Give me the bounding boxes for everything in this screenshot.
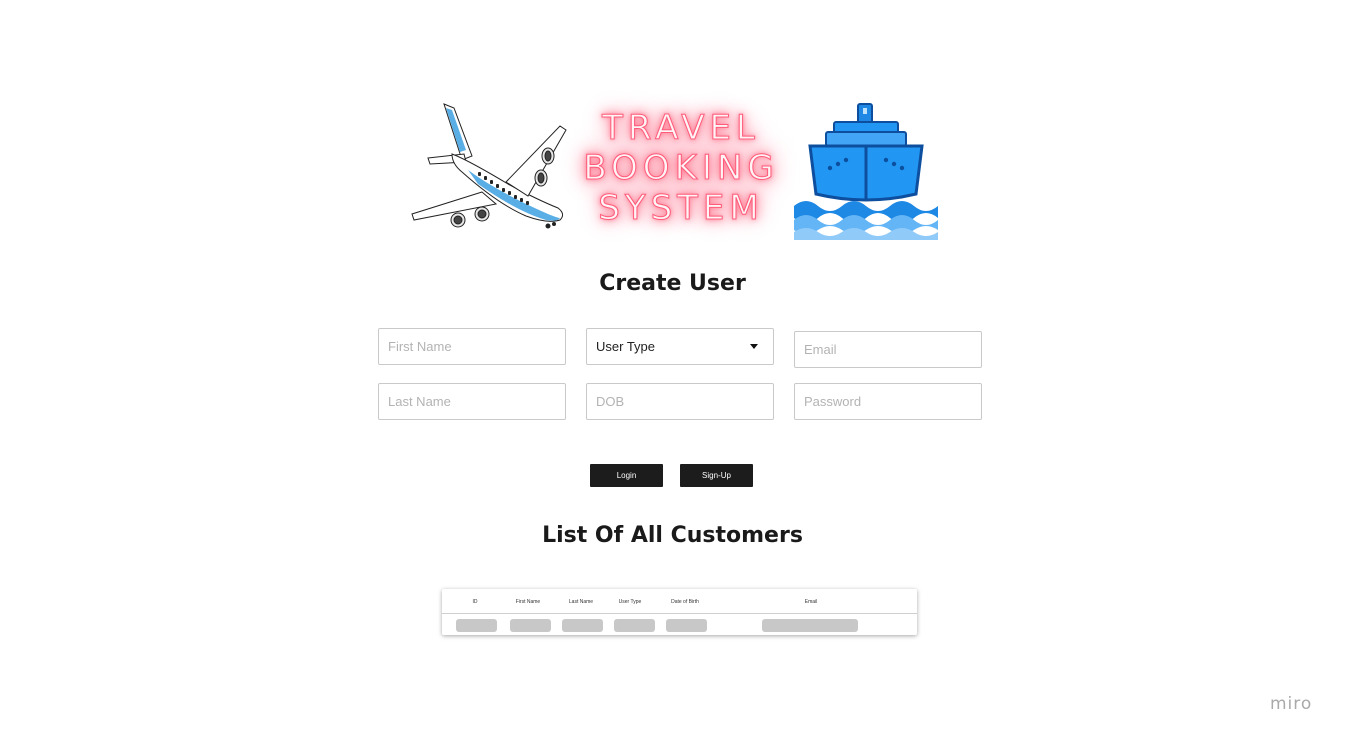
brand-logo: miro — [1270, 694, 1313, 714]
title-line-booking: BOOKING — [583, 148, 779, 189]
signup-button[interactable]: Sign-Up — [680, 464, 753, 487]
app-title-neon: TRAVEL BOOKING SYSTEM — [574, 108, 788, 229]
user-type-value: User Type — [596, 339, 656, 354]
title-line-system: SYSTEM — [598, 188, 764, 229]
dob-input[interactable] — [586, 383, 774, 420]
column-header-user-type: User Type — [618, 599, 642, 605]
table-divider — [442, 613, 917, 614]
chevron-down-icon — [750, 344, 758, 349]
column-header-email: Email — [804, 599, 818, 605]
table-cell-placeholder — [510, 619, 551, 632]
customers-table: ID First Name Last Name User Type Date o… — [442, 589, 917, 635]
customers-list-title: List Of All Customers — [542, 523, 803, 548]
column-header-last-name: Last Name — [568, 599, 594, 605]
table-cell-placeholder — [762, 619, 858, 632]
first-name-input[interactable] — [378, 328, 566, 365]
column-header-first-name: First Name — [515, 599, 541, 605]
create-user-title: Create User — [599, 271, 746, 296]
page: TRAVEL BOOKING SYSTEM Create User User T… — [0, 0, 1345, 743]
user-type-select[interactable]: User Type — [586, 328, 774, 365]
last-name-input[interactable] — [378, 383, 566, 420]
title-line-travel: TRAVEL — [602, 108, 760, 149]
column-header-id: ID — [472, 599, 478, 605]
table-cell-placeholder — [666, 619, 707, 632]
column-header-dob: Date of Birth — [671, 599, 699, 605]
login-button[interactable]: Login — [590, 464, 663, 487]
password-input[interactable] — [794, 383, 982, 420]
ship-icon — [794, 103, 938, 240]
table-cell-placeholder — [614, 619, 655, 632]
table-cell-placeholder — [562, 619, 603, 632]
email-input[interactable] — [794, 331, 982, 368]
airplane-icon — [411, 103, 567, 229]
table-cell-placeholder — [456, 619, 497, 632]
